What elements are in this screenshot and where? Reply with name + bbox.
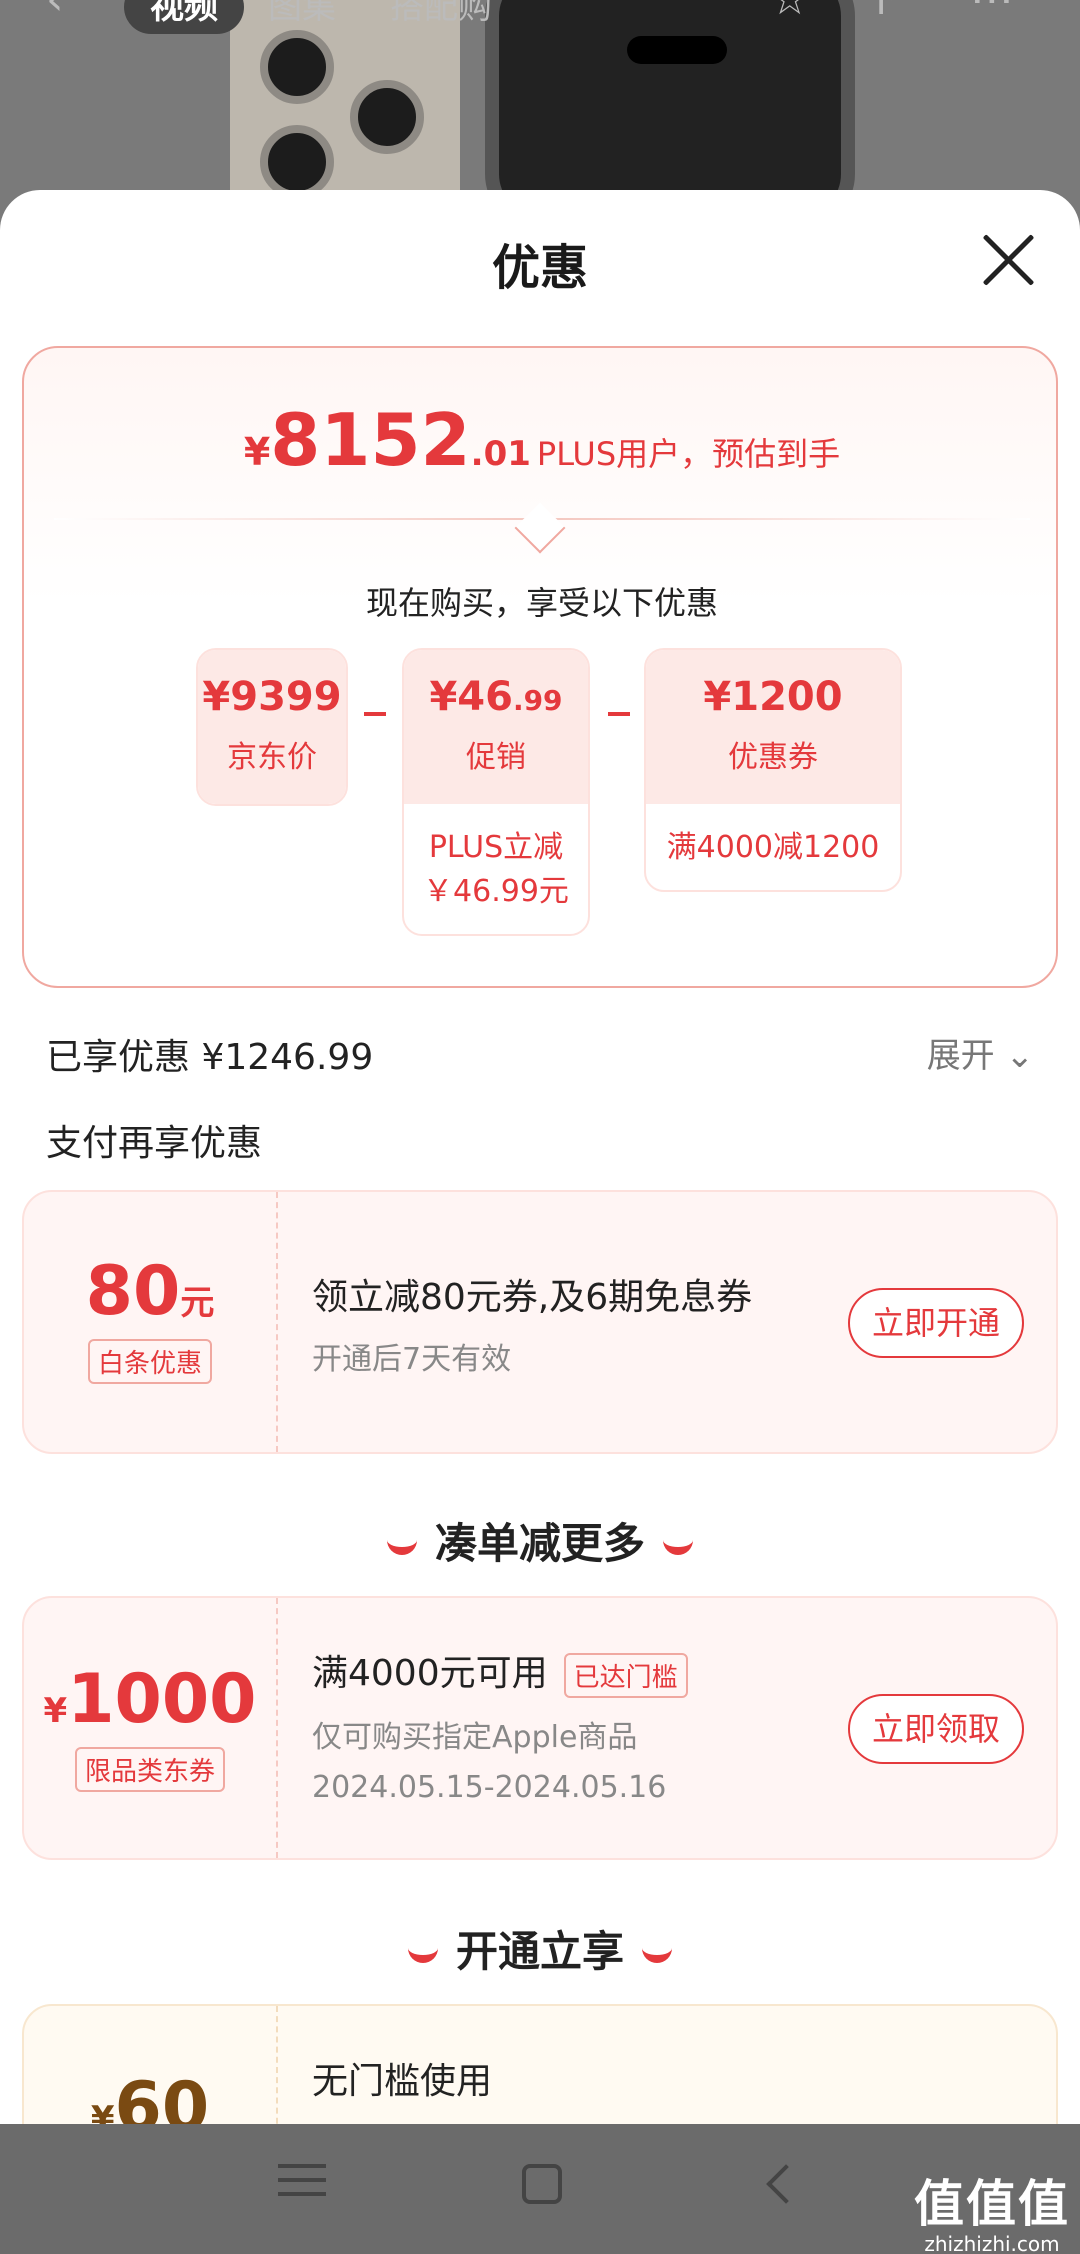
price-yen: ¥: [243, 430, 271, 474]
promo-sub: PLUS立减 ￥46.99元: [423, 830, 569, 909]
watermark-logo: 值值值 zhizhizhi.com: [914, 2175, 1070, 2254]
price-desc: PLUS用户，预估到手: [536, 435, 841, 473]
jd-price-top: ¥9399 京东价: [198, 650, 346, 804]
more-dots-icon[interactable]: ⋯: [970, 0, 1014, 25]
section-title-activate: 开通立享: [0, 1918, 1080, 1979]
discount-sheet: 优惠 ¥8152.01 PLUS用户，预估到手 现在购买，享受以下优惠 ¥9399…: [0, 190, 1080, 2130]
smile-icon: [386, 1539, 417, 1555]
tab-video[interactable]: 视频: [124, 0, 244, 34]
promo-box: ¥46.99 促销 PLUS立减 ￥46.99元: [402, 648, 590, 936]
coupon-value: ¥1200: [703, 674, 843, 720]
coupon-title: 满4000元可用 已达门槛: [312, 1644, 688, 1698]
minus-icon: [608, 712, 630, 716]
coupon-sub: 开通后7天有效: [312, 1342, 512, 1377]
coupon-tag: 白条优惠: [87, 1339, 212, 1384]
jd-price-label: 京东价: [227, 740, 317, 775]
coupon-left: ¥1000 限品类东券: [24, 1598, 278, 1858]
threshold-badge: 已达门槛: [563, 1652, 688, 1698]
coupon-amount: ¥60: [90, 2068, 210, 2130]
pay-discount-title: 支付再享优惠: [46, 1123, 263, 1164]
coupon-main: 无门槛使用: [312, 2052, 492, 2104]
coupon-title: 领立减80元券,及6期免息券: [312, 1277, 753, 1318]
expand-button[interactable]: 展开 ⌄: [927, 1028, 1034, 1077]
activate-button[interactable]: 立即开通: [848, 1288, 1024, 1358]
coupon-main: 满4000元可用 已达门槛 仅可购买指定Apple商品 2024.05.15-20…: [312, 1644, 688, 1805]
coupon-top: ¥1200 优惠券: [646, 650, 900, 804]
close-icon[interactable]: [978, 230, 1038, 290]
coupon-sub: 满4000减1200: [666, 830, 880, 865]
camera-lens-icon: [260, 125, 334, 199]
smile-icon: [642, 1947, 672, 1963]
minus-icon: [364, 712, 386, 716]
divider-notch: [514, 502, 566, 554]
tab-bundle[interactable]: 搭配购: [390, 0, 492, 34]
chevron-left-icon[interactable]: ‹: [46, 0, 64, 25]
coupon-validity: 2024.05.15-2024.05.16: [312, 1769, 667, 1805]
share-icon[interactable]: ↱: [870, 0, 907, 25]
promo-top: ¥46.99 促销: [404, 650, 588, 804]
jd-price-value: ¥9399: [202, 674, 342, 720]
top-nav: ‹ 视频 图集 搭配购 ☆ ↱ ⋯: [0, 0, 1080, 40]
coupon-box: ¥1200 优惠券 满4000减1200: [644, 648, 902, 892]
price-card: ¥8152.01 PLUS用户，预估到手 现在购买，享受以下优惠 ¥9399 京东…: [22, 346, 1058, 988]
jd-coupon: ¥1000 限品类东券 满4000元可用 已达门槛 仅可购买指定Apple商品 2…: [22, 1596, 1058, 1860]
sheet-title: 优惠: [491, 240, 588, 296]
back-icon[interactable]: [752, 2154, 812, 2214]
price-integer: 8152: [270, 398, 471, 482]
coupon-left: ¥60: [24, 2006, 278, 2130]
price-decimal: .01: [470, 434, 531, 474]
smile-icon: [407, 1947, 438, 1963]
coupon-amount: ¥1000: [43, 1660, 257, 1739]
coupon-scope: 仅可购买指定Apple商品: [312, 1719, 638, 1755]
coupon-label: 优惠券: [728, 740, 818, 775]
camera-lens-icon: [350, 80, 424, 154]
coupon-main: 领立减80元券,及6期免息券 开通后7天有效: [312, 1268, 752, 1378]
plus-coupon: ¥60 无门槛使用: [22, 2004, 1058, 2130]
chevron-down-icon: ⌄: [1005, 1036, 1035, 1076]
buy-now-text: 现在购买，享受以下优惠: [365, 584, 718, 622]
coupon-tag: 限品类东券: [74, 1747, 225, 1792]
promo-value: ¥46.99: [429, 674, 563, 720]
enjoyed-discount: 已享优惠 ¥1246.99: [46, 1037, 374, 1078]
promo-label: 促销: [466, 740, 526, 775]
recent-apps-icon[interactable]: [272, 2154, 332, 2214]
smile-icon: [663, 1539, 693, 1555]
baitiao-coupon: 80元 白条优惠 领立减80元券,及6期免息券 开通后7天有效 立即开通: [22, 1190, 1058, 1454]
coupon-title: 无门槛使用: [312, 2061, 493, 2102]
coupon-left: 80元 白条优惠: [24, 1192, 278, 1452]
coupon-amount: 80元: [85, 1252, 215, 1331]
final-price: ¥8152.01 PLUS用户，预估到手: [24, 398, 1060, 482]
star-icon[interactable]: ☆: [770, 0, 809, 25]
tab-gallery[interactable]: 图集: [268, 0, 336, 34]
section-title-more: 凑单减更多: [0, 1510, 1080, 1571]
home-icon[interactable]: [512, 2154, 572, 2214]
jd-price-box: ¥9399 京东价: [196, 648, 348, 806]
dynamic-island: [627, 36, 727, 64]
claim-button[interactable]: 立即领取: [848, 1694, 1024, 1764]
camera-lens-icon: [260, 30, 334, 104]
